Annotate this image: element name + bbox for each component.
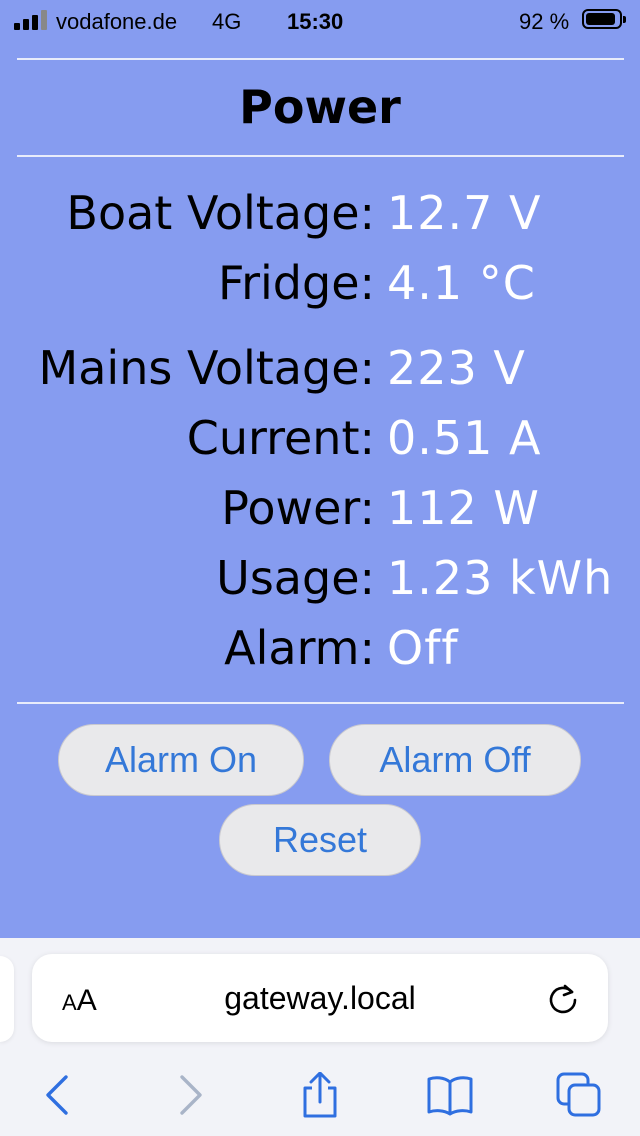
network-type: 4G (212, 9, 242, 34)
status-bar: vodafone.de 4G 15:30 92 % (0, 0, 640, 40)
reading-row-fridge: Fridge: 4.1 °C (0, 256, 640, 326)
reading-value: 0.51 A (387, 411, 542, 465)
tabs-icon[interactable] (556, 1072, 602, 1118)
reading-value: 12.7 V (387, 186, 542, 240)
reading-row-current: Current: 0.51 A (0, 411, 640, 481)
divider-title (17, 155, 624, 157)
battery-percent: 92 % (519, 9, 570, 34)
carrier-name: vodafone.de (56, 9, 178, 34)
forward-icon (180, 1075, 202, 1115)
reading-value: 1.23 kWh (387, 551, 614, 605)
reading-label: Power: (221, 481, 375, 535)
clock: 15:30 (287, 9, 344, 34)
divider-bottom (17, 702, 624, 704)
divider-top (17, 58, 624, 60)
reload-icon[interactable] (546, 982, 580, 1016)
previous-tab-peek[interactable] (0, 956, 14, 1042)
reading-row-mains-voltage: Mains Voltage: 223 V (0, 341, 640, 411)
reading-row-boat-voltage: Boat Voltage: 12.7 V (0, 186, 640, 256)
reading-value: Off (387, 621, 459, 675)
address-bar[interactable]: AA gateway.local (32, 954, 608, 1042)
reading-label: Current: (186, 411, 375, 465)
reading-value: 4.1 °C (387, 256, 536, 310)
reading-label: Boat Voltage: (66, 186, 375, 240)
alarm-off-button[interactable]: Alarm Off (329, 724, 581, 796)
page-title: Power (239, 80, 401, 134)
reading-label: Usage: (216, 551, 375, 605)
reading-label: Alarm: (224, 621, 375, 675)
reading-row-alarm: Alarm: Off (0, 621, 640, 691)
back-icon[interactable] (34, 1072, 80, 1118)
reading-row-usage: Usage: 1.23 kWh (0, 551, 640, 621)
reading-label: Fridge: (217, 256, 375, 310)
reading-label: Mains Voltage: (38, 341, 375, 395)
battery-icon (582, 9, 626, 29)
reading-value: 112 W (387, 481, 540, 535)
alarm-on-button[interactable]: Alarm On (58, 724, 304, 796)
reading-row-power: Power: 112 W (0, 481, 640, 551)
bookmarks-icon[interactable] (427, 1072, 473, 1118)
url-text[interactable]: gateway.local (32, 980, 608, 1017)
signal-strength-icon (14, 10, 50, 30)
share-icon[interactable] (297, 1072, 343, 1118)
reading-value: 223 V (387, 341, 526, 395)
browser-chrome: AA gateway.local (0, 938, 640, 1136)
reset-button[interactable]: Reset (219, 804, 421, 876)
